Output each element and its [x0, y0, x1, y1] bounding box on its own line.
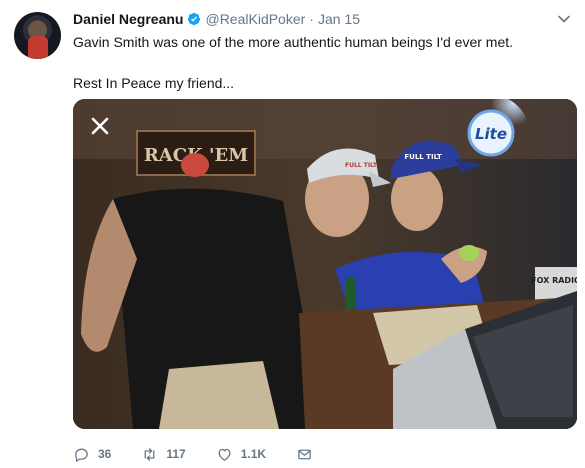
tweet-text-line: Gavin Smith was one of the more authenti… — [73, 34, 514, 50]
tweet-photo[interactable]: RACK 'EM Lite FOX RADIO FULL TILT FULL T… — [73, 99, 577, 429]
tweet-header: Daniel Negreanu @RealKidPoker · Jan 15 — [73, 10, 360, 28]
avatar-figure — [28, 36, 48, 59]
retweet-button[interactable]: 117 — [141, 446, 186, 463]
header-separator: · — [309, 11, 314, 27]
chevron-down-icon[interactable] — [557, 12, 571, 26]
reply-button[interactable]: 36 — [73, 446, 111, 463]
verified-badge-icon — [188, 12, 201, 26]
photo-scene: RACK 'EM Lite FOX RADIO FULL TILT FULL T… — [73, 99, 577, 429]
retweet-icon — [144, 447, 155, 461]
author-name[interactable]: Daniel Negreanu — [73, 11, 183, 27]
tweet-text: Gavin Smith was one of the more authenti… — [73, 32, 563, 93]
svg-text:FULL TILT: FULL TILT — [404, 153, 442, 161]
direct-message-button[interactable] — [296, 446, 321, 463]
like-count: 1.1K — [240, 447, 267, 461]
like-button[interactable]: 1.1K — [216, 446, 266, 463]
tweet-actions: 36 117 1.1K — [73, 444, 351, 464]
author-handle[interactable]: @RealKidPoker — [205, 11, 305, 27]
close-icon[interactable] — [89, 115, 111, 137]
reply-count: 36 — [98, 447, 112, 461]
reply-icon — [75, 448, 88, 462]
svg-text:Lite: Lite — [475, 125, 507, 143]
direct-message-icon — [298, 449, 311, 459]
retweet-count: 117 — [166, 447, 186, 461]
avatar[interactable] — [14, 12, 61, 59]
like-icon — [218, 448, 231, 461]
tweet-timestamp[interactable]: Jan 15 — [318, 11, 360, 27]
tweet-text-line: Rest In Peace my friend... — [73, 75, 235, 91]
svg-text:FOX RADIO: FOX RADIO — [531, 276, 577, 285]
svg-text:FULL TILT: FULL TILT — [345, 162, 378, 169]
